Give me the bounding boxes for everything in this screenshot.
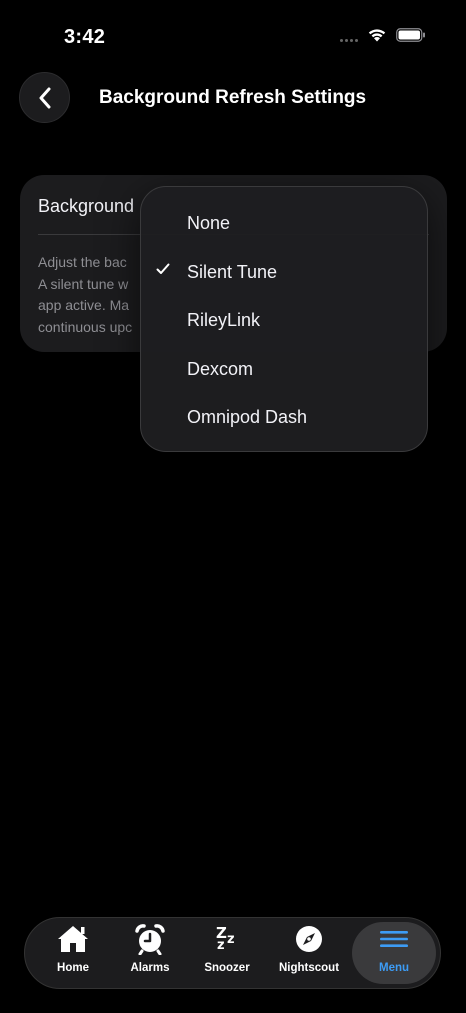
house-icon: [58, 926, 88, 952]
menu-item-label: RileyLink: [187, 309, 261, 330]
tab-snoozer[interactable]: Z z z Snoozer: [197, 922, 257, 984]
chevron-left-icon: [39, 87, 50, 108]
cellular-signal-icon: [340, 28, 358, 42]
menu-item-none[interactable]: None: [141, 199, 427, 247]
background-refresh-label: Background: [38, 196, 135, 216]
menu-item-rileylink[interactable]: RileyLink: [141, 296, 427, 344]
wifi-icon: [368, 29, 386, 42]
tab-label: Nightscout: [278, 962, 340, 974]
menu-lines-icon: [380, 931, 408, 947]
menu-item-label: Silent Tune: [187, 261, 278, 282]
tab-nightscout[interactable]: Nightscout: [274, 922, 344, 984]
checkmark-icon: [156, 263, 170, 274]
menu-item-label: Dexcom: [187, 358, 254, 379]
navigation-header: Background Refresh Settings: [0, 72, 466, 124]
menu-item-silent-tune[interactable]: Silent Tune: [141, 248, 427, 296]
status-bar: 3:42: [0, 0, 466, 60]
back-button[interactable]: [19, 72, 70, 123]
tab-home[interactable]: Home: [43, 922, 103, 984]
tab-label: Home: [57, 962, 89, 974]
refresh-method-dropdown: None Silent Tune RileyLink Dexcom Omnipo…: [140, 186, 428, 452]
tab-label: Snoozer: [204, 962, 250, 974]
tab-label: Menu: [378, 962, 410, 974]
tab-label: Alarms: [130, 962, 170, 974]
status-icons: [340, 27, 426, 42]
menu-item-label: None: [187, 212, 231, 233]
tab-alarms[interactable]: Alarms: [120, 922, 180, 984]
compass-icon: [296, 926, 322, 952]
menu-item-label: Omnipod Dash: [187, 406, 308, 427]
zzz-icon: Z z z: [216, 924, 235, 953]
alarm-clock-icon: [135, 924, 165, 955]
status-time: 3:42: [64, 26, 106, 48]
tab-menu[interactable]: Menu: [352, 922, 436, 984]
page-title: Background Refresh Settings: [99, 87, 367, 108]
menu-item-dexcom[interactable]: Dexcom: [141, 345, 427, 393]
tab-bar: Home Alarms Z z z Snoozer Nightscout Men…: [24, 917, 441, 989]
battery-icon: [396, 27, 425, 42]
menu-item-omnipod-dash[interactable]: Omnipod Dash: [141, 393, 427, 441]
